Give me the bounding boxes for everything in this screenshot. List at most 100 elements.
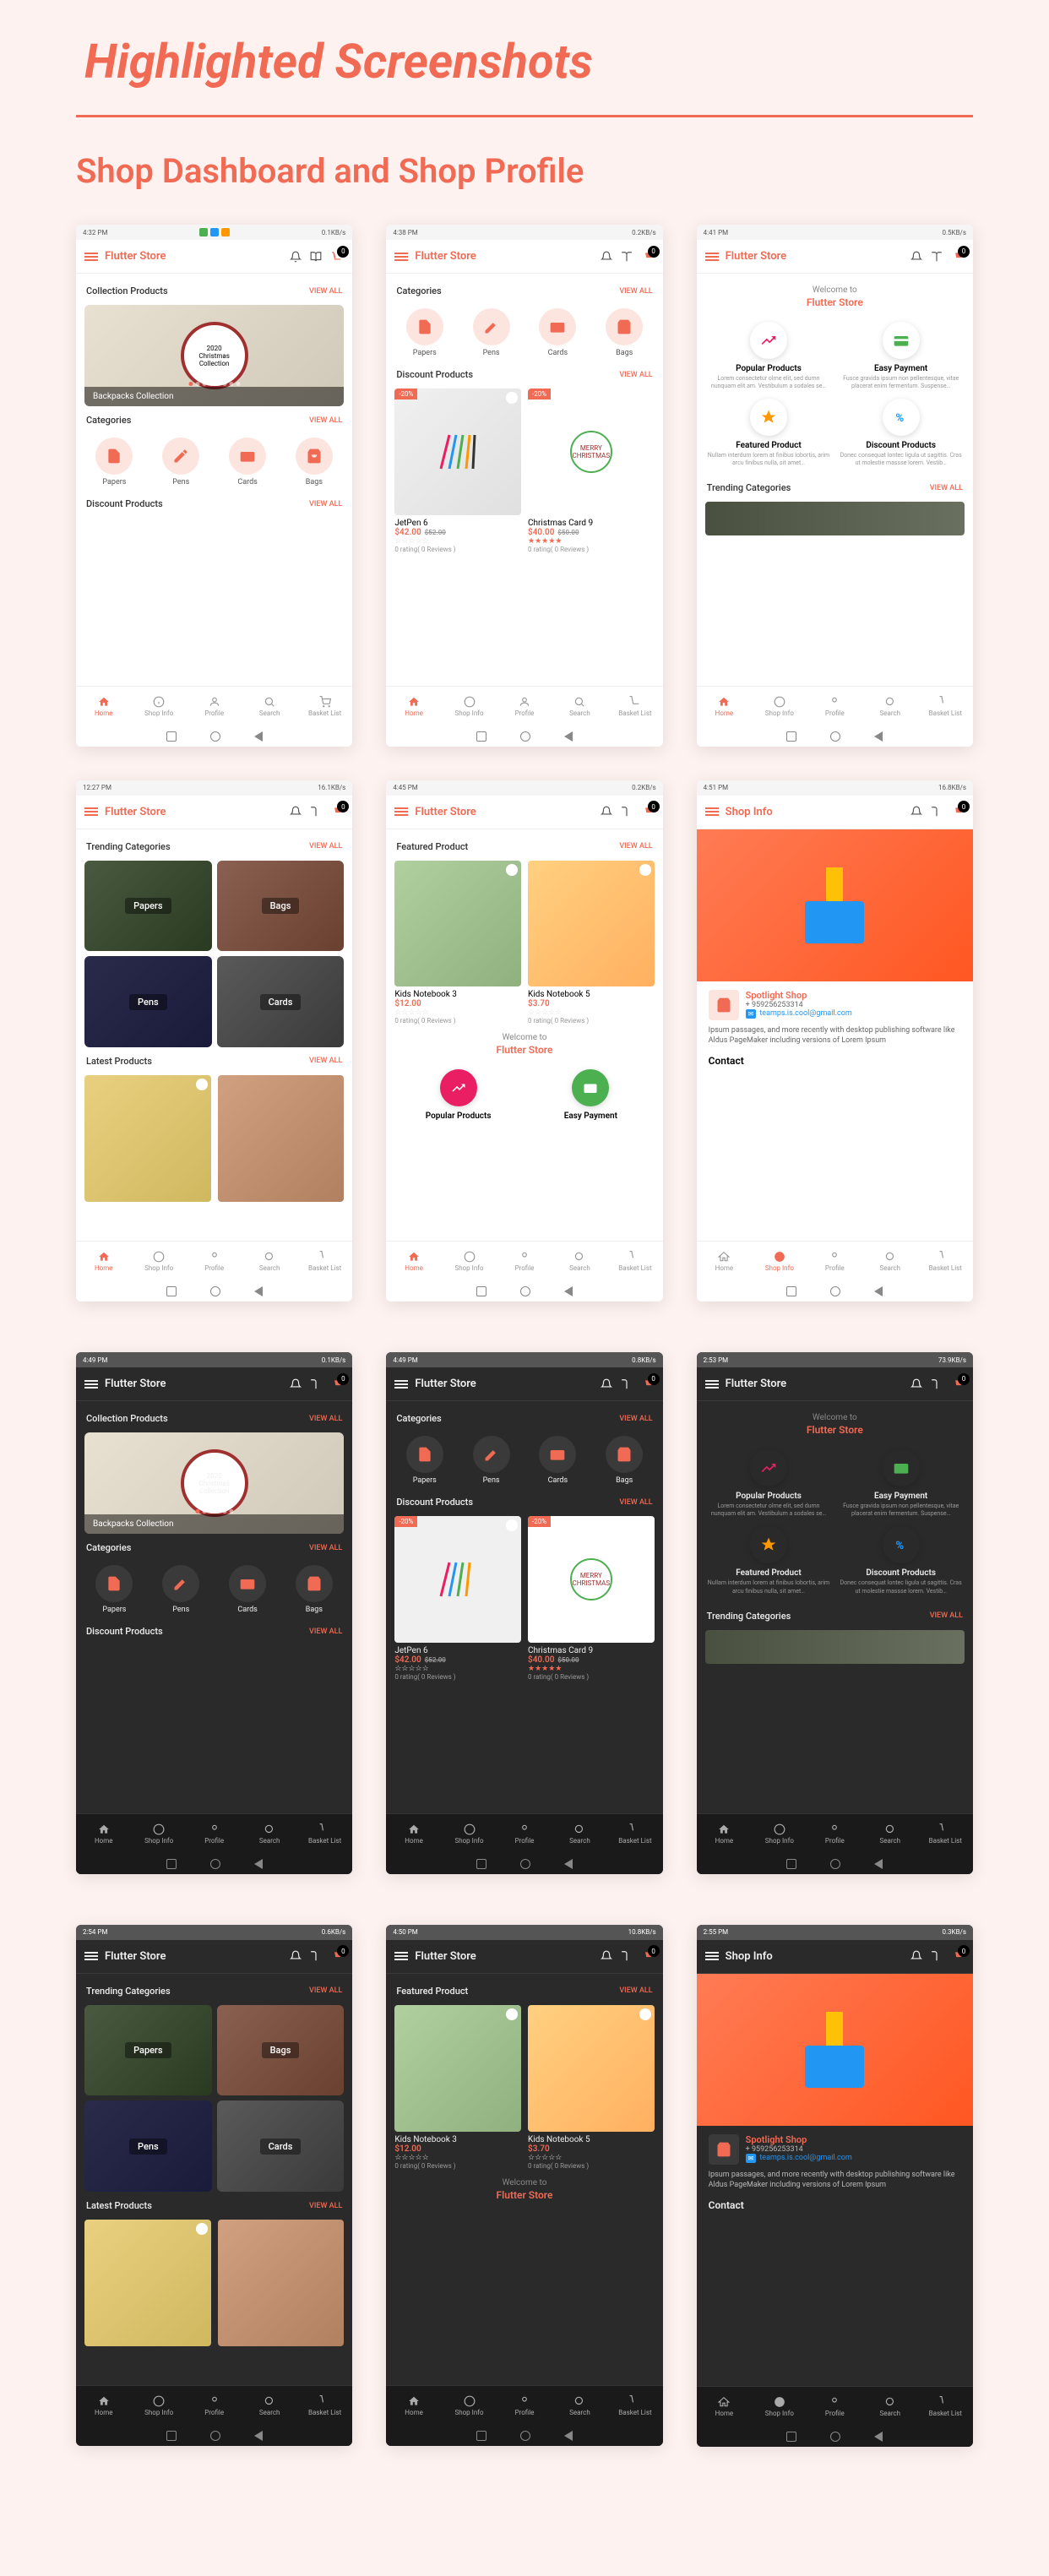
- cat-pens[interactable]: Pens: [461, 308, 521, 357]
- menu-icon[interactable]: [394, 253, 408, 261]
- nav-home[interactable]: Home: [76, 687, 131, 726]
- nav-shop-info[interactable]: Shop Info: [752, 1814, 807, 1854]
- bell-icon[interactable]: [910, 251, 922, 263]
- nav-shop-info[interactable]: Shop Info: [442, 1814, 497, 1854]
- sys-recent[interactable]: [166, 731, 177, 742]
- cat-papers[interactable]: Papers: [394, 308, 454, 357]
- book-icon[interactable]: [621, 1378, 633, 1390]
- nav-home[interactable]: Home: [697, 2387, 752, 2427]
- nav-home[interactable]: Home: [386, 1814, 441, 1854]
- shop-phone[interactable]: + 959256253314: [746, 1001, 852, 1009]
- cart-button[interactable]: 0: [330, 1950, 344, 1962]
- info-payment[interactable]: Easy PaymentFusce gravida ipsum non pell…: [839, 1449, 963, 1518]
- menu-icon[interactable]: [84, 1380, 98, 1389]
- nav-profile[interactable]: Profile: [497, 687, 552, 726]
- cat-papers[interactable]: Papers: [84, 1565, 144, 1614]
- nav-basket[interactable]: Basket List: [918, 1814, 973, 1854]
- nav-shop-info[interactable]: Shop Info: [131, 1814, 186, 1854]
- nav-home[interactable]: Home: [386, 687, 441, 726]
- cat-pens[interactable]: Pens: [151, 437, 211, 486]
- view-all-link[interactable]: VIEW ALL: [309, 1057, 342, 1065]
- cat-bags[interactable]: Bags: [284, 437, 344, 486]
- nav-profile[interactable]: Profile: [807, 1814, 862, 1854]
- nav-profile[interactable]: Profile: [497, 1814, 552, 1854]
- bell-icon[interactable]: [290, 251, 302, 263]
- nav-shop-info[interactable]: Shop Info: [442, 1242, 497, 1281]
- bell-icon[interactable]: [601, 1378, 612, 1390]
- nav-basket[interactable]: Basket List: [607, 2386, 662, 2426]
- view-all-link[interactable]: VIEW ALL: [309, 1415, 342, 1423]
- hero-banner[interactable]: 2020 Christmas Collection Backpacks Coll…: [84, 305, 344, 406]
- cat-papers[interactable]: Papers: [84, 437, 144, 486]
- nav-profile[interactable]: Profile: [807, 1242, 862, 1281]
- view-all-link[interactable]: VIEW ALL: [619, 842, 652, 851]
- product-latest-2[interactable]: [218, 2220, 345, 2346]
- nav-search[interactable]: Search: [242, 1242, 296, 1281]
- trend-pens[interactable]: Pens: [84, 2100, 212, 2192]
- nav-shop-info[interactable]: Shop Info: [752, 687, 807, 726]
- trending-preview[interactable]: [705, 502, 965, 535]
- info-popular[interactable]: Popular ProductsLorem consectetur olme e…: [707, 1449, 831, 1518]
- info-payment[interactable]: Easy Payment: [529, 1069, 653, 1122]
- nav-profile[interactable]: Profile: [187, 2386, 242, 2426]
- bell-icon[interactable]: [601, 251, 612, 263]
- view-all-link[interactable]: VIEW ALL: [309, 842, 342, 851]
- product-latest-2[interactable]: [218, 1075, 345, 1202]
- nav-shop-info[interactable]: Shop Info: [131, 687, 186, 726]
- trend-papers[interactable]: Papers: [84, 2005, 212, 2096]
- nav-search[interactable]: Search: [552, 1814, 607, 1854]
- nav-search[interactable]: Search: [552, 1242, 607, 1281]
- nav-basket[interactable]: Basket List: [918, 687, 973, 726]
- info-discount[interactable]: %Discount ProductsDonec consequat lontec…: [839, 399, 963, 467]
- view-all-link[interactable]: VIEW ALL: [309, 1544, 342, 1552]
- menu-icon[interactable]: [394, 1380, 408, 1389]
- book-icon[interactable]: [931, 1378, 943, 1390]
- view-all-link[interactable]: VIEW ALL: [930, 1611, 963, 1620]
- view-all-link[interactable]: VIEW ALL: [309, 500, 342, 508]
- info-featured[interactable]: Featured ProductNullam interdum lorem at…: [707, 399, 831, 467]
- menu-icon[interactable]: [705, 1952, 719, 1960]
- cat-pens[interactable]: Pens: [151, 1565, 211, 1614]
- view-all-link[interactable]: VIEW ALL: [309, 416, 342, 425]
- menu-icon[interactable]: [705, 807, 719, 816]
- heart-icon[interactable]: [639, 392, 651, 404]
- nav-home[interactable]: Home: [386, 1242, 441, 1281]
- product-latest-1[interactable]: [84, 1075, 211, 1202]
- nav-shop-info[interactable]: Shop Info: [131, 2386, 186, 2426]
- product-nb5[interactable]: Kids Notebook 5$3.70☆☆☆☆☆0 rating( 0 Rev…: [528, 2005, 655, 2170]
- cat-pens[interactable]: Pens: [461, 1436, 521, 1485]
- info-featured[interactable]: Featured ProductNullam interdum lorem at…: [707, 1526, 831, 1595]
- nav-search[interactable]: Search: [862, 1242, 917, 1281]
- view-all-link[interactable]: VIEW ALL: [309, 287, 342, 296]
- menu-icon[interactable]: [394, 807, 408, 816]
- view-all-link[interactable]: VIEW ALL: [619, 287, 652, 296]
- product-latest-1[interactable]: [84, 2220, 211, 2346]
- cart-button[interactable]: 0: [951, 1378, 965, 1390]
- menu-icon[interactable]: [84, 807, 98, 816]
- menu-icon[interactable]: [705, 1380, 719, 1389]
- cart-button[interactable]: 0: [330, 251, 344, 263]
- cat-cards[interactable]: Cards: [528, 1436, 588, 1485]
- book-icon[interactable]: [310, 1950, 322, 1962]
- info-popular[interactable]: Popular ProductsLorem consectetur olme e…: [707, 322, 831, 390]
- trend-bags[interactable]: Bags: [217, 2005, 345, 2096]
- book-icon[interactable]: [310, 1378, 322, 1390]
- nav-profile[interactable]: Profile: [807, 2387, 862, 2427]
- nav-basket[interactable]: Basket List: [297, 1242, 352, 1281]
- nav-search[interactable]: Search: [862, 687, 917, 726]
- shop-email[interactable]: teamps.is.cool@gmail.com: [759, 2154, 851, 2162]
- nav-search[interactable]: Search: [242, 687, 296, 726]
- bell-icon[interactable]: [910, 1378, 922, 1390]
- nav-home[interactable]: Home: [697, 1242, 752, 1281]
- info-payment[interactable]: Easy PaymentFusce gravida ipsum non pell…: [839, 322, 963, 390]
- nav-shop-info[interactable]: Shop Info: [752, 1242, 807, 1281]
- book-icon[interactable]: [931, 251, 943, 263]
- cart-button[interactable]: 0: [641, 806, 655, 818]
- book-icon[interactable]: [310, 251, 322, 263]
- product-nb3[interactable]: Kids Notebook 3$12.00☆☆☆☆☆0 rating( 0 Re…: [394, 2005, 521, 2170]
- nav-profile[interactable]: Profile: [497, 1242, 552, 1281]
- trend-cards[interactable]: Cards: [217, 2100, 345, 2192]
- book-icon[interactable]: [621, 251, 633, 263]
- book-icon[interactable]: [931, 1950, 943, 1962]
- nav-profile[interactable]: Profile: [187, 1242, 242, 1281]
